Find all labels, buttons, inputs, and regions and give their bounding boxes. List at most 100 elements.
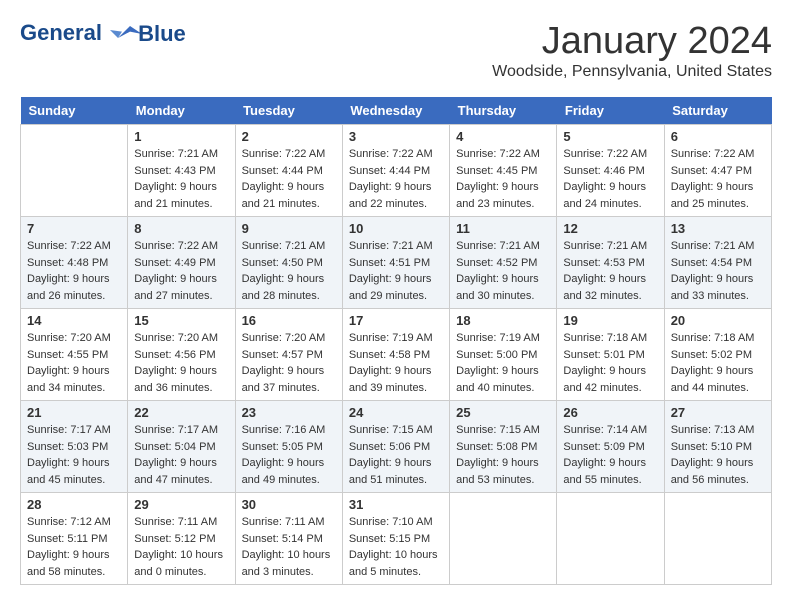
day-info: Sunrise: 7:11 AMSunset: 5:14 PMDaylight:…	[242, 514, 336, 580]
day-info: Sunrise: 7:22 AMSunset: 4:46 PMDaylight:…	[563, 146, 657, 212]
calendar-cell: 29 Sunrise: 7:11 AMSunset: 5:12 PMDayligh…	[128, 493, 235, 585]
daylight-text: Daylight: 9 hours and 49 minutes.	[242, 455, 336, 488]
daylight-text: Daylight: 9 hours and 23 minutes.	[456, 179, 550, 212]
day-number: 2	[242, 129, 336, 144]
calendar-header: SundayMondayTuesdayWednesdayThursdayFrid…	[21, 97, 772, 125]
calendar-cell: 21Sunrise: 7:17 AMSunset: 5:03 PMDayligh…	[21, 401, 128, 493]
page-header: General Blue January 2024 Woodside, Penn…	[20, 20, 772, 81]
weekday-header-row: SundayMondayTuesdayWednesdayThursdayFrid…	[21, 97, 772, 125]
day-number: 9	[242, 221, 336, 236]
calendar-cell: 4 Sunrise: 7:22 AMSunset: 4:45 PMDaylight…	[450, 125, 557, 217]
sunrise-text: Sunrise: 7:21 AM	[134, 146, 228, 163]
logo-line1: General	[20, 20, 102, 45]
sunrise-text: Sunrise: 7:21 AM	[563, 238, 657, 255]
day-info: Sunrise: 7:21 AMSunset: 4:52 PMDaylight:…	[456, 238, 550, 304]
day-number: 18	[456, 313, 550, 328]
sunrise-text: Sunrise: 7:15 AM	[349, 422, 443, 439]
sunrise-text: Sunrise: 7:22 AM	[671, 146, 765, 163]
day-number: 3	[349, 129, 443, 144]
calendar-week-row: 28Sunrise: 7:12 AMSunset: 5:11 PMDayligh…	[21, 493, 772, 585]
calendar-cell: 10 Sunrise: 7:21 AMSunset: 4:51 PMDayligh…	[342, 217, 449, 309]
daylight-text: Daylight: 9 hours and 39 minutes.	[349, 363, 443, 396]
sunrise-text: Sunrise: 7:19 AM	[349, 330, 443, 347]
sunrise-text: Sunrise: 7:22 AM	[456, 146, 550, 163]
sunrise-text: Sunrise: 7:12 AM	[27, 514, 121, 531]
sunrise-text: Sunrise: 7:21 AM	[242, 238, 336, 255]
calendar-cell: 23Sunrise: 7:16 AMSunset: 5:05 PMDayligh…	[235, 401, 342, 493]
calendar-cell: 18Sunrise: 7:19 AMSunset: 5:00 PMDayligh…	[450, 309, 557, 401]
sunset-text: Sunset: 4:55 PM	[27, 347, 121, 364]
day-info: Sunrise: 7:16 AMSunset: 5:05 PMDaylight:…	[242, 422, 336, 488]
sunrise-text: Sunrise: 7:20 AM	[27, 330, 121, 347]
sunset-text: Sunset: 5:09 PM	[563, 439, 657, 456]
day-number: 1	[134, 129, 228, 144]
day-number: 13	[671, 221, 765, 236]
day-number: 10	[349, 221, 443, 236]
day-info: Sunrise: 7:22 AMSunset: 4:48 PMDaylight:…	[27, 238, 121, 304]
calendar-cell: 25Sunrise: 7:15 AMSunset: 5:08 PMDayligh…	[450, 401, 557, 493]
day-info: Sunrise: 7:15 AMSunset: 5:08 PMDaylight:…	[456, 422, 550, 488]
day-info: Sunrise: 7:10 AMSunset: 5:15 PMDaylight:…	[349, 514, 443, 580]
sunrise-text: Sunrise: 7:16 AM	[242, 422, 336, 439]
daylight-text: Daylight: 9 hours and 45 minutes.	[27, 455, 121, 488]
calendar-cell: 3Sunrise: 7:22 AMSunset: 4:44 PMDaylight…	[342, 125, 449, 217]
sunrise-text: Sunrise: 7:21 AM	[671, 238, 765, 255]
day-number: 12	[563, 221, 657, 236]
sunrise-text: Sunrise: 7:22 AM	[242, 146, 336, 163]
calendar-cell: 22Sunrise: 7:17 AMSunset: 5:04 PMDayligh…	[128, 401, 235, 493]
day-info: Sunrise: 7:14 AMSunset: 5:09 PMDaylight:…	[563, 422, 657, 488]
day-info: Sunrise: 7:20 AMSunset: 4:56 PMDaylight:…	[134, 330, 228, 396]
day-number: 29	[134, 497, 228, 512]
sunset-text: Sunset: 5:00 PM	[456, 347, 550, 364]
day-info: Sunrise: 7:18 AMSunset: 5:01 PMDaylight:…	[563, 330, 657, 396]
calendar-cell: 5Sunrise: 7:22 AMSunset: 4:46 PMDaylight…	[557, 125, 664, 217]
sunset-text: Sunset: 5:14 PM	[242, 531, 336, 548]
day-number: 27	[671, 405, 765, 420]
sunset-text: Sunset: 5:11 PM	[27, 531, 121, 548]
calendar-cell: 1 Sunrise: 7:21 AMSunset: 4:43 PMDaylight…	[128, 125, 235, 217]
sunset-text: Sunset: 5:06 PM	[349, 439, 443, 456]
day-info: Sunrise: 7:17 AMSunset: 5:04 PMDaylight:…	[134, 422, 228, 488]
sunset-text: Sunset: 4:46 PM	[563, 163, 657, 180]
daylight-text: Daylight: 9 hours and 58 minutes.	[27, 547, 121, 580]
calendar-body: 1Sunrise: 7:21 AMSunset: 4:43 PMDaylight…	[21, 125, 772, 585]
day-number: 20	[671, 313, 765, 328]
sunset-text: Sunset: 4:43 PM	[134, 163, 228, 180]
calendar-week-row: 21Sunrise: 7:17 AMSunset: 5:03 PMDayligh…	[21, 401, 772, 493]
sunrise-text: Sunrise: 7:19 AM	[456, 330, 550, 347]
day-info: Sunrise: 7:22 AMSunset: 4:45 PMDaylight:…	[456, 146, 550, 212]
sunset-text: Sunset: 5:03 PM	[27, 439, 121, 456]
sunset-text: Sunset: 4:48 PM	[27, 255, 121, 272]
sunset-text: Sunset: 4:50 PM	[242, 255, 336, 272]
sunrise-text: Sunrise: 7:17 AM	[134, 422, 228, 439]
calendar-cell: 12Sunrise: 7:21 AMSunset: 4:53 PMDayligh…	[557, 217, 664, 309]
sunset-text: Sunset: 5:02 PM	[671, 347, 765, 364]
weekday-header-wednesday: Wednesday	[342, 97, 449, 125]
sunrise-text: Sunrise: 7:21 AM	[456, 238, 550, 255]
daylight-text: Daylight: 9 hours and 32 minutes.	[563, 271, 657, 304]
calendar-cell: 13Sunrise: 7:21 AMSunset: 4:54 PMDayligh…	[664, 217, 771, 309]
calendar-cell: 30 Sunrise: 7:11 AMSunset: 5:14 PMDayligh…	[235, 493, 342, 585]
daylight-text: Daylight: 9 hours and 21 minutes.	[134, 179, 228, 212]
weekday-header-friday: Friday	[557, 97, 664, 125]
calendar-cell: 14Sunrise: 7:20 AMSunset: 4:55 PMDayligh…	[21, 309, 128, 401]
calendar-cell: 11Sunrise: 7:21 AMSunset: 4:52 PMDayligh…	[450, 217, 557, 309]
weekday-header-monday: Monday	[128, 97, 235, 125]
calendar-cell: 26Sunrise: 7:14 AMSunset: 5:09 PMDayligh…	[557, 401, 664, 493]
day-info: Sunrise: 7:21 AMSunset: 4:51 PMDaylight:…	[349, 238, 443, 304]
day-number: 14	[27, 313, 121, 328]
sunrise-text: Sunrise: 7:20 AM	[134, 330, 228, 347]
day-number: 16	[242, 313, 336, 328]
sunrise-text: Sunrise: 7:22 AM	[27, 238, 121, 255]
day-number: 4	[456, 129, 550, 144]
daylight-text: Daylight: 9 hours and 30 minutes.	[456, 271, 550, 304]
day-info: Sunrise: 7:12 AMSunset: 5:11 PMDaylight:…	[27, 514, 121, 580]
sunrise-text: Sunrise: 7:10 AM	[349, 514, 443, 531]
day-info: Sunrise: 7:18 AMSunset: 5:02 PMDaylight:…	[671, 330, 765, 396]
calendar-cell: 6Sunrise: 7:22 AMSunset: 4:47 PMDaylight…	[664, 125, 771, 217]
day-info: Sunrise: 7:11 AMSunset: 5:12 PMDaylight:…	[134, 514, 228, 580]
sunrise-text: Sunrise: 7:20 AM	[242, 330, 336, 347]
calendar-cell	[21, 125, 128, 217]
day-info: Sunrise: 7:22 AMSunset: 4:47 PMDaylight:…	[671, 146, 765, 212]
day-number: 30	[242, 497, 336, 512]
